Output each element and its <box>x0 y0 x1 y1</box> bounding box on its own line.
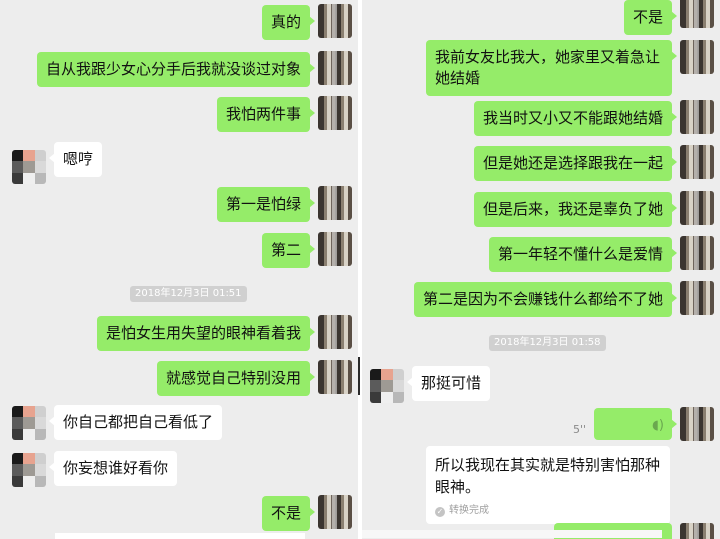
avatar[interactable] <box>680 281 714 315</box>
message-bubble-received[interactable]: 那挺可惜 <box>406 366 491 401</box>
message-bubble-sent[interactable]: 不是 <box>623 0 678 35</box>
voice-wave-icon: ◖) <box>652 418 664 433</box>
avatar[interactable] <box>680 191 714 225</box>
check-circle-icon: ✓ <box>435 507 445 517</box>
voice-duration: 5'' <box>573 423 587 436</box>
avatar[interactable] <box>318 360 352 394</box>
message-bubble-received[interactable]: 嗯哼 <box>48 142 103 177</box>
message-bubble-sent[interactable]: 我当时又小又不能跟她结婚 <box>473 101 678 136</box>
message-bubble-sent[interactable]: 第一是怕绿 <box>216 187 316 222</box>
avatar[interactable] <box>680 236 714 270</box>
transcript-text: 所以我现在其实就是特别害怕那种眼神。 <box>435 456 661 496</box>
cropped-bubble <box>55 533 305 539</box>
avatar[interactable] <box>318 51 352 85</box>
message-bubble-sent[interactable]: 真的 <box>261 5 316 40</box>
message-bubble-received[interactable]: 你自己都把自己看低了 <box>48 405 223 440</box>
avatar[interactable] <box>680 523 714 539</box>
avatar[interactable] <box>680 145 714 179</box>
message-bubble-sent[interactable]: 第一年轻不懂什么是爱情 <box>488 237 678 272</box>
divider-mark <box>358 357 360 395</box>
avatar[interactable] <box>318 186 352 220</box>
avatar[interactable] <box>318 232 352 266</box>
avatar[interactable] <box>12 406 46 440</box>
voice-message-bubble[interactable]: ◖) <box>594 408 677 440</box>
avatar[interactable] <box>318 495 352 529</box>
message-bubble-sent[interactable]: 第二是因为不会赚钱什么都给不了她 <box>413 282 678 317</box>
avatar[interactable] <box>680 407 714 441</box>
transcript-status: ✓ 转换完成 <box>435 504 661 518</box>
message-bubble-received[interactable]: 你妄想谁好看你 <box>48 451 178 486</box>
message-bubble-sent[interactable]: 自从我跟少女心分手后我就没谈过对象 <box>36 52 316 87</box>
avatar[interactable] <box>680 40 714 74</box>
timestamp: 2018年12月3日 01:51 <box>130 286 247 302</box>
timestamp: 2018年12月3日 01:58 <box>489 335 606 351</box>
message-bubble-sent[interactable]: 我怕两件事 <box>216 97 316 132</box>
message-bubble-sent[interactable]: 我前女友比我大，她家里又着急让她结婚 <box>426 40 677 96</box>
message-bubble-sent[interactable]: 第二 <box>261 233 316 268</box>
transcript-status-label: 转换完成 <box>449 505 489 516</box>
avatar[interactable] <box>12 150 46 184</box>
voice-transcript[interactable]: 所以我现在其实就是特别害怕那种眼神。 ✓ 转换完成 <box>426 446 670 524</box>
avatar[interactable] <box>680 0 714 28</box>
chat-panel-right: 不是 我前女友比我大，她家里又着急让她结婚 我当时又小又不能跟她结婚 但是她还是… <box>362 0 720 539</box>
message-bubble-sent[interactable]: 就感觉自己特别没用 <box>156 361 316 396</box>
message-bubble-sent[interactable]: 是怕女生用失望的眼神看着我 <box>96 316 316 351</box>
avatar[interactable] <box>12 453 46 487</box>
message-bubble-sent[interactable]: 但是后来，我还是辜负了她 <box>473 192 678 227</box>
cropped-input-bar <box>362 530 662 538</box>
avatar[interactable] <box>680 100 714 134</box>
message-bubble-sent[interactable]: 不是 <box>261 496 316 531</box>
chat-panel-left: 真的 自从我跟少女心分手后我就没谈过对象 我怕两件事 嗯哼 第一是怕绿 第二 2… <box>0 0 358 539</box>
avatar[interactable] <box>318 315 352 349</box>
avatar[interactable] <box>318 4 352 38</box>
message-bubble-sent[interactable]: 但是她还是选择跟我在一起 <box>473 146 678 181</box>
avatar[interactable] <box>318 96 352 130</box>
avatar[interactable] <box>370 369 404 403</box>
